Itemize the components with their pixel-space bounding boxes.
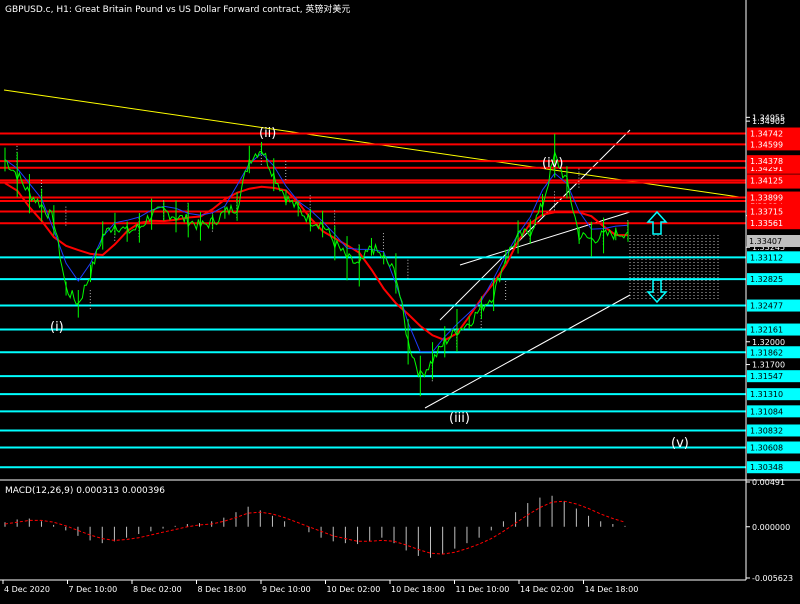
resistance-level-label: 1.34378 [750, 157, 783, 166]
macd-tick-label: 0.00491 [752, 478, 785, 487]
time-tick-label: 7 Dec 10:00 [69, 585, 118, 594]
time-tick-label: 14 Dec 02:00 [520, 585, 574, 594]
chart-root: (i) (ii) (iii) (iv) (v) GBPUSD.c, H1: Gr… [0, 0, 800, 600]
support-level-label: 1.32825 [750, 275, 783, 284]
wave-label-iv: (iv) [542, 156, 563, 171]
time-tick-label: 8 Dec 02:00 [133, 585, 182, 594]
support-level-label: 1.33112 [750, 253, 783, 262]
support-level-label: 1.32161 [750, 326, 783, 335]
price-tick-label: 1.34905 [752, 117, 785, 126]
macd-tick-label: -0.005623 [752, 574, 793, 583]
time-tick-label: 9 Dec 10:00 [262, 585, 311, 594]
current-price-label: 1.33407 [749, 237, 782, 246]
chart-title: GBPUSD.c, H1: Great Britain Pound vs US … [5, 3, 350, 15]
support-level-label: 1.31547 [750, 372, 783, 381]
support-level-label: 1.31310 [750, 390, 783, 399]
time-tick-label: 14 Dec 18:00 [585, 585, 639, 594]
time-tick-label: 10 Dec 02:00 [327, 585, 381, 594]
support-level-label: 1.31862 [750, 348, 783, 357]
time-tick-label: 8 Dec 18:00 [198, 585, 247, 594]
time-tick-label: 10 Dec 18:00 [391, 585, 445, 594]
support-level-label: 1.31084 [750, 407, 783, 416]
macd-title: MACD(12,26,9) 0.000313 0.000396 [5, 486, 165, 496]
wave-label-iii: (iii) [449, 411, 470, 426]
wave-label-ii: (ii) [259, 126, 276, 141]
support-level-label: 1.30348 [750, 463, 783, 472]
support-level-label: 1.32477 [750, 302, 783, 311]
resistance-level-label: 1.33715 [750, 208, 783, 217]
price-tick-label: 1.31700 [752, 361, 785, 370]
time-tick-label: 11 Dec 10:00 [456, 585, 510, 594]
support-level-label: 1.30832 [750, 426, 783, 435]
resistance-level-label: 1.34599 [750, 140, 783, 149]
resistance-level-label: 1.33561 [750, 219, 783, 228]
wave-label-v: (v) [671, 436, 689, 451]
price-tick-label: 1.32000 [752, 338, 785, 347]
wave-label-i: (i) [50, 320, 64, 335]
resistance-level-label: 1.34125 [750, 176, 783, 185]
macd-tick-label: 0.000000 [752, 523, 790, 532]
chart-canvas: (i) (ii) (iii) (iv) (v) GBPUSD.c, H1: Gr… [0, 0, 800, 600]
resistance-level-label: 1.33899 [750, 194, 783, 203]
support-level-label: 1.30608 [750, 443, 783, 452]
resistance-level-label: 1.34742 [750, 130, 783, 139]
time-tick-label: 4 Dec 2020 [4, 585, 50, 594]
